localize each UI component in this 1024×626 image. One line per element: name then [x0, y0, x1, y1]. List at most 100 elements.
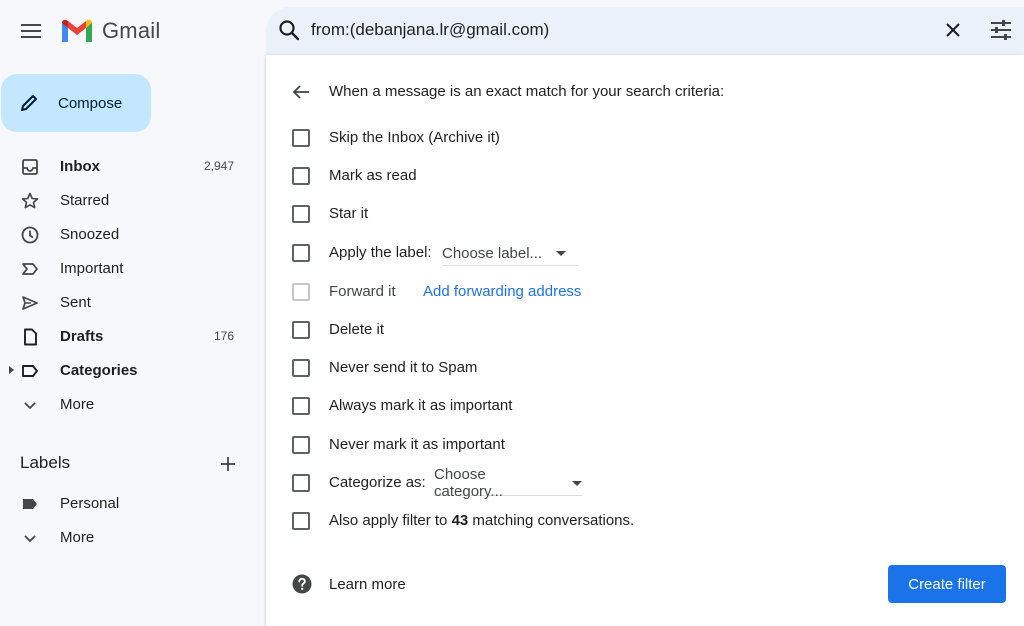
sidebar-item-drafts[interactable]: Drafts 176 — [0, 320, 250, 352]
option-label: Also apply filter to 43 matching convers… — [329, 512, 634, 529]
gmail-m-icon — [62, 19, 92, 42]
label-icon — [20, 494, 40, 514]
choose-label-dropdown[interactable]: Choose label... — [442, 241, 578, 266]
inbox-icon — [20, 157, 40, 177]
chevron-down-icon — [20, 395, 40, 415]
checkbox[interactable] — [292, 244, 310, 262]
search-icon — [279, 20, 300, 41]
checkbox[interactable] — [292, 167, 310, 185]
sidebar-item-categories[interactable]: Categories — [0, 354, 250, 386]
expand-arrow-icon[interactable] — [9, 366, 14, 374]
option-never-spam[interactable]: Never send it to Spam — [292, 356, 477, 380]
option-label: Never mark it as important — [329, 436, 505, 453]
option-label: Categorize as: — [329, 474, 426, 491]
dropdown-arrow-icon — [572, 480, 582, 486]
help-icon — [292, 574, 312, 594]
also-apply-suffix: matching conversations. — [468, 512, 635, 529]
checkbox[interactable] — [292, 321, 310, 339]
sidebar-item-label: More — [60, 396, 95, 413]
matching-count: 43 — [451, 512, 469, 529]
option-categorize[interactable]: Categorize as: Choose category... — [292, 466, 582, 500]
clock-icon — [20, 225, 40, 245]
option-skip-inbox[interactable]: Skip the Inbox (Archive it) — [292, 126, 500, 150]
option-mark-read[interactable]: Mark as read — [292, 164, 417, 188]
add-forwarding-address-link[interactable]: Add forwarding address — [423, 283, 581, 300]
draft-count: 176 — [213, 329, 234, 343]
option-label: Never send it to Spam — [329, 359, 478, 376]
sidebar-item-label: More — [60, 529, 95, 546]
sidebar-item-sent[interactable]: Sent — [0, 286, 250, 318]
compose-label: Compose — [58, 94, 123, 112]
important-icon — [20, 259, 40, 279]
chevron-down-icon — [20, 528, 40, 548]
sidebar-item-important[interactable]: Important — [0, 252, 250, 284]
dropdown-value: Choose label... — [442, 244, 543, 262]
clear-search-button[interactable] — [942, 19, 964, 41]
search-button[interactable] — [278, 19, 300, 41]
compose-button[interactable]: Compose — [1, 74, 151, 132]
choose-category-dropdown[interactable]: Choose category... — [434, 466, 582, 500]
pencil-icon — [19, 93, 39, 113]
option-star[interactable]: Star it — [292, 202, 368, 226]
option-label: Star it — [329, 205, 369, 222]
sidebar-item-more[interactable]: More — [0, 388, 250, 420]
checkbox[interactable] — [292, 397, 310, 415]
option-label: Skip the Inbox (Archive it) — [329, 129, 500, 146]
sidebar-item-label: Inbox — [60, 158, 100, 175]
arrow-back-icon — [292, 85, 309, 99]
search-input[interactable]: from:(debanjana.lr@gmail.com) — [311, 20, 549, 40]
option-apply-label[interactable]: Apply the label: Choose label... — [292, 241, 578, 266]
sidebar-label-personal[interactable]: Personal — [0, 487, 250, 519]
sidebar-item-label: Starred — [60, 192, 110, 209]
checkbox[interactable] — [292, 474, 310, 492]
checkbox[interactable] — [292, 205, 310, 223]
option-label: Delete it — [329, 321, 385, 338]
close-icon — [946, 23, 960, 37]
create-filter-button[interactable]: Create filter — [888, 565, 1006, 603]
sidebar-item-label: Important — [60, 260, 124, 277]
sidebar-item-label: Snoozed — [60, 226, 120, 243]
draft-icon — [20, 327, 40, 347]
sidebar-item-label: Drafts — [60, 328, 104, 345]
learn-more-link[interactable]: Learn more — [329, 576, 406, 593]
checkbox[interactable] — [292, 512, 310, 530]
option-label: Forward it — [329, 283, 396, 300]
dropdown-arrow-icon — [556, 250, 567, 256]
main-menu-button[interactable] — [14, 14, 48, 48]
sidebar-item-label: Personal — [60, 495, 120, 512]
sidebar-labels-more[interactable]: More — [0, 521, 250, 553]
option-delete[interactable]: Delete it — [292, 318, 384, 342]
sidebar-item-snoozed[interactable]: Snoozed — [0, 218, 250, 250]
help-button[interactable] — [292, 574, 312, 594]
sidebar-item-label: Categories — [60, 362, 138, 379]
labels-heading: Labels — [20, 453, 71, 472]
option-never-important[interactable]: Never mark it as important — [292, 433, 505, 457]
option-always-important[interactable]: Always mark it as important — [292, 394, 512, 418]
checkbox[interactable] — [292, 436, 310, 454]
option-also-apply[interactable]: Also apply filter to 43 matching convers… — [292, 509, 634, 533]
option-label: Apply the label: — [329, 244, 432, 261]
hamburger-menu-icon — [21, 24, 41, 38]
plus-icon — [221, 457, 235, 471]
back-button[interactable] — [290, 82, 312, 102]
option-label: Mark as read — [329, 167, 417, 184]
search-options-button[interactable] — [989, 19, 1013, 41]
sidebar-item-label: Sent — [60, 294, 91, 311]
star-icon — [20, 191, 40, 211]
dropdown-value: Choose category... — [434, 466, 503, 500]
sidebar-item-inbox[interactable]: Inbox 2,947 — [0, 150, 250, 182]
unread-count: 2,947 — [203, 159, 234, 173]
checkbox[interactable] — [292, 359, 310, 377]
tune-icon — [991, 20, 1011, 40]
also-apply-prefix: Also apply filter to — [329, 512, 452, 529]
gmail-logo[interactable]: Gmail — [60, 17, 160, 45]
option-label: Always mark it as important — [329, 397, 513, 414]
sidebar-item-starred[interactable]: Starred — [0, 184, 250, 216]
checkbox[interactable] — [292, 129, 310, 147]
checkbox — [292, 283, 310, 301]
app-name: Gmail — [102, 18, 161, 43]
criteria-heading: When a message is an exact match for you… — [329, 83, 725, 100]
create-label-button[interactable] — [218, 454, 238, 474]
send-icon — [20, 293, 40, 313]
label-outline-icon — [20, 361, 40, 381]
